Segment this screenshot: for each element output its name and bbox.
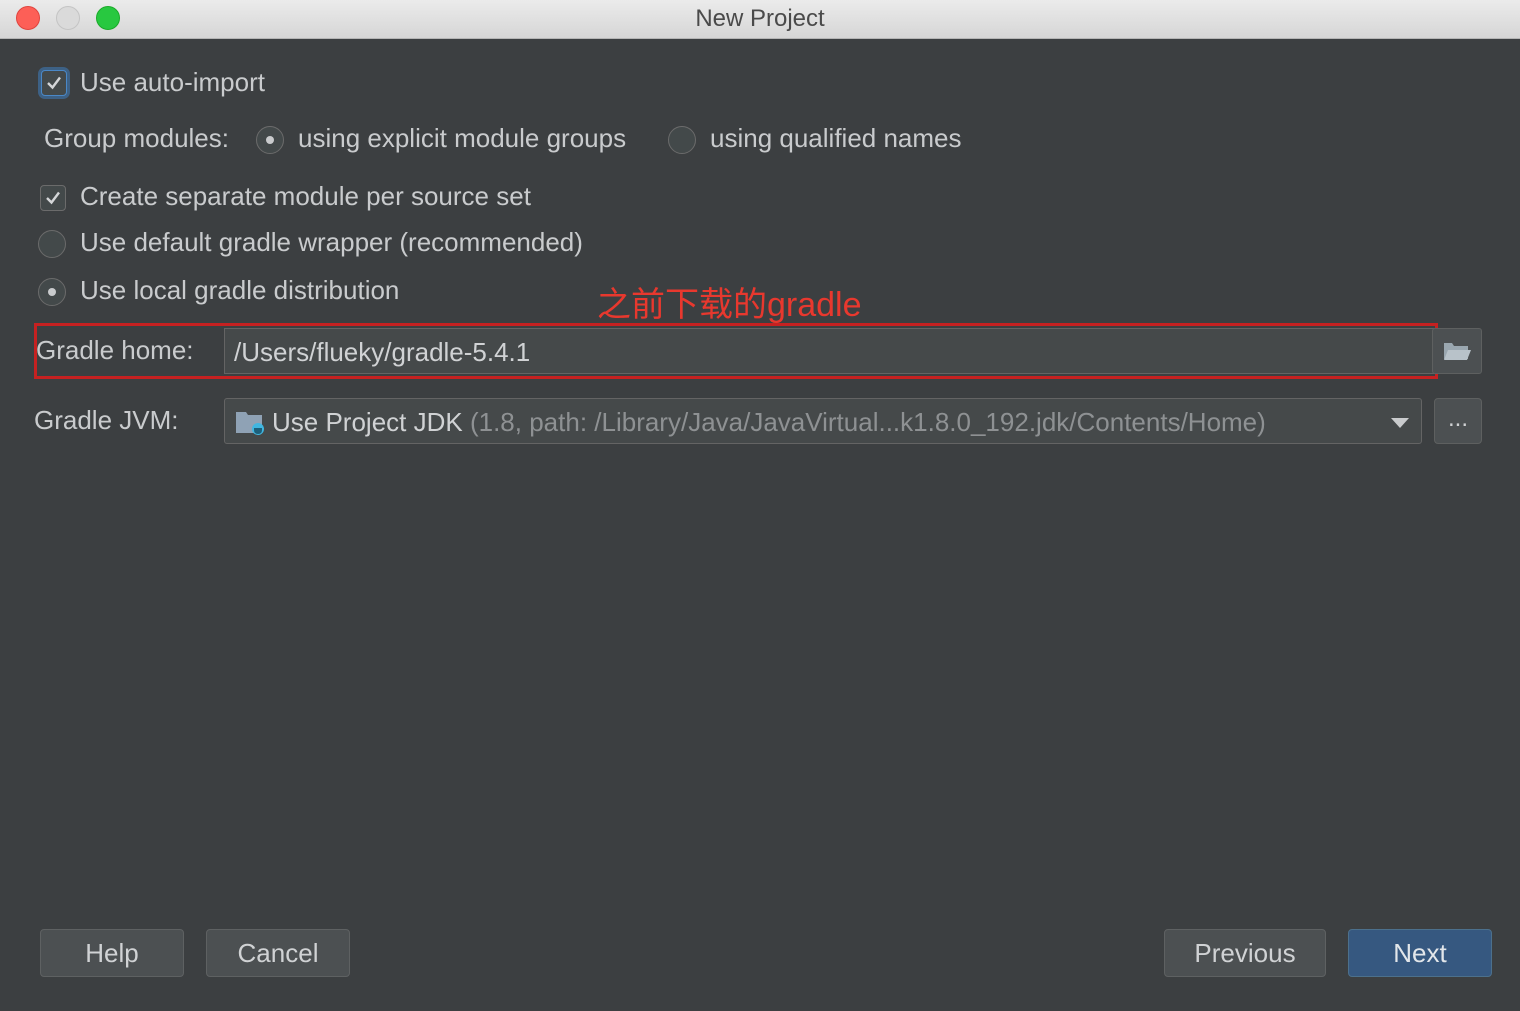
browse-gradle-home-button[interactable]	[1432, 328, 1482, 374]
checkmark-icon	[47, 76, 61, 90]
radio-qualified-names[interactable]	[668, 126, 696, 154]
radio-default-gradle-wrapper[interactable]	[38, 230, 66, 258]
explicit-module-groups-label[interactable]: using explicit module groups	[298, 123, 626, 154]
gradle-jvm-dropdown[interactable]: Use Project JDK (1.8, path: /Library/Jav…	[224, 398, 1422, 444]
next-button[interactable]: Next	[1348, 929, 1492, 977]
folder-open-icon	[1444, 343, 1471, 360]
radio-explicit-module-groups[interactable]	[256, 126, 284, 154]
project-jdk-folder-icon	[236, 412, 264, 435]
default-gradle-wrapper-label[interactable]: Use default gradle wrapper (recommended)	[80, 227, 583, 258]
help-button[interactable]: Help	[40, 929, 184, 977]
local-gradle-distribution-label[interactable]: Use local gradle distribution	[80, 275, 399, 306]
chevron-down-icon	[1391, 418, 1409, 428]
radio-selected-dot	[48, 288, 56, 296]
previous-button[interactable]: Previous	[1164, 929, 1326, 977]
qualified-names-label[interactable]: using qualified names	[710, 123, 962, 154]
window-title: New Project	[695, 5, 825, 32]
auto-import-checkbox[interactable]	[41, 70, 67, 96]
gradle-jvm-value-text: Use Project JDK (1.8, path: /Library/Jav…	[272, 407, 1266, 438]
checkmark-icon	[46, 191, 60, 205]
annotation-text: 之前下载的gradle	[597, 286, 862, 324]
separate-module-checkbox[interactable]	[40, 185, 66, 211]
radio-selected-dot	[266, 136, 274, 144]
group-modules-label: Group modules:	[44, 123, 229, 153]
gradle-jvm-more-button[interactable]: ...	[1434, 398, 1482, 444]
gradle-jvm-label: Gradle JVM:	[34, 405, 179, 435]
separate-module-label[interactable]: Create separate module per source set	[80, 181, 531, 212]
radio-local-gradle-distribution[interactable]	[38, 278, 66, 306]
gradle-jvm-value: Use Project JDK	[272, 407, 463, 437]
annotation-highlight-box	[34, 323, 1438, 379]
auto-import-label[interactable]: Use auto-import	[80, 67, 265, 98]
gradle-jvm-detail: (1.8, path: /Library/Java/JavaVirtual...…	[469, 407, 1266, 437]
title-bar: New Project	[0, 0, 1520, 39]
cancel-button[interactable]: Cancel	[206, 929, 350, 977]
